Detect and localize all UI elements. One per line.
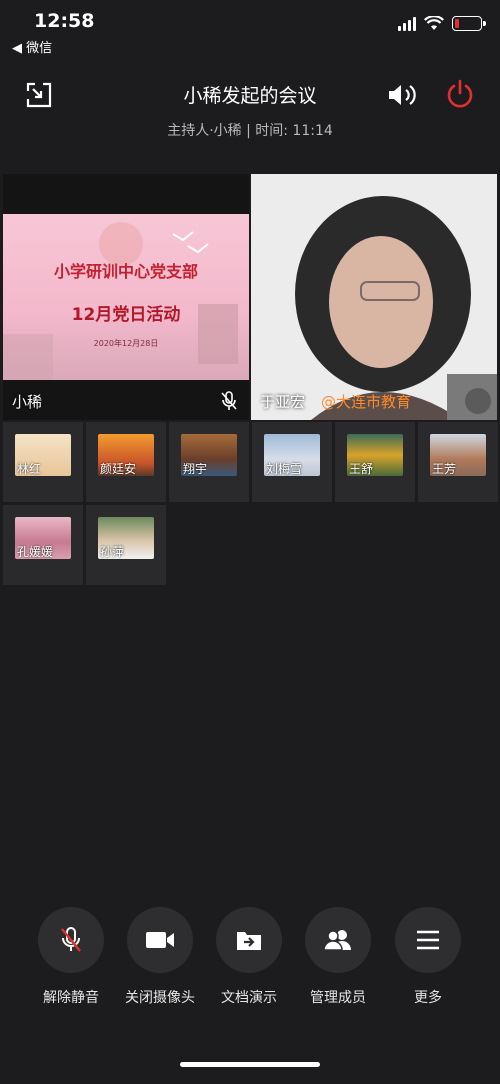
participant-tile[interactable]: 翔宇: [169, 422, 249, 502]
more-button[interactable]: 更多: [389, 907, 467, 1007]
participant-name: 孙萍: [100, 545, 125, 559]
meeting-title: 小稀发起的会议: [183, 85, 317, 107]
participant-name: 王芳: [432, 462, 457, 476]
members-label: 管理成员: [310, 990, 366, 1006]
share-label: 文档演示: [221, 990, 277, 1006]
unmute-button-circle: [38, 907, 104, 973]
meeting-header: 小稀发起的会议 主持人·小稀 | 时间: 11:14: [0, 70, 500, 145]
more-button-circle: [395, 907, 461, 973]
participant-name: 翔宇: [183, 462, 208, 476]
corner-avatar: [465, 388, 491, 414]
participant-video: [251, 174, 497, 420]
document-share-icon: [237, 932, 261, 950]
wifi-icon: [424, 16, 444, 30]
meeting-info: 主持人·小稀 | 时间: 11:14: [167, 123, 333, 139]
home-indicator[interactable]: [180, 1062, 320, 1067]
share-button-circle: [216, 907, 282, 973]
members-icon: [323, 930, 351, 951]
camera-button-circle: [127, 907, 193, 973]
participant-name: 刘梅雪: [266, 462, 303, 476]
mic-muted-icon: [221, 391, 237, 410]
watermark: @大连市教育: [321, 393, 412, 411]
back-to-app-link[interactable]: ◀ 微信: [12, 37, 52, 56]
participant-tile[interactable]: 林红: [3, 422, 83, 502]
participant-name: 孔媛媛: [17, 545, 54, 559]
participant-tile[interactable]: 刘梅雪: [252, 422, 332, 502]
battery-icon: [452, 16, 486, 31]
leave-meeting-power-icon[interactable]: [444, 78, 476, 110]
turn-off-camera-button[interactable]: 关闭摄像头: [121, 907, 199, 1007]
menu-icon: [417, 930, 439, 950]
participant-name: 颜廷安: [100, 462, 137, 476]
participant-tile[interactable]: 王舒: [335, 422, 415, 502]
status-time: 12:58: [34, 10, 95, 32]
slide-subtitle: 12月党日活动: [71, 305, 181, 325]
more-label: 更多: [414, 990, 442, 1006]
slide-decoration: [3, 222, 238, 380]
unmute-label: 解除静音: [43, 990, 99, 1006]
status-icons: [398, 16, 486, 31]
status-bar: 12:58 ◀ 微信: [0, 0, 500, 60]
participant-name: 王舒: [349, 462, 374, 476]
video-tile-name: 于亚宏: [260, 393, 306, 411]
slide-date: 2020年12月28日: [93, 339, 159, 348]
participant-tile[interactable]: 颜廷安: [86, 422, 166, 502]
video-tile-speaker[interactable]: 于亚宏 @大连市教育: [251, 174, 497, 420]
shared-slide: 小学研训中心党支部 12月党日活动 2020年12月28日: [3, 214, 249, 380]
cellular-signal-icon: [398, 16, 416, 31]
manage-members-button[interactable]: 管理成员: [299, 907, 377, 1007]
speaker-icon[interactable]: [386, 80, 418, 110]
unmute-button[interactable]: 解除静音: [32, 907, 110, 1007]
video-camera-icon: [146, 932, 174, 948]
members-button-circle: [305, 907, 371, 973]
video-tile-name: 小稀: [12, 393, 43, 411]
mic-muted-icon: [61, 927, 81, 952]
video-tile-host[interactable]: 小学研训中心党支部 12月党日活动 2020年12月28日 小稀: [3, 174, 249, 420]
participant-tile[interactable]: 王芳: [418, 422, 498, 502]
participant-tile[interactable]: 孙萍: [86, 505, 166, 585]
participant-tile[interactable]: 孔媛媛: [3, 505, 83, 585]
slide-title: 小学研训中心党支部: [53, 262, 198, 281]
participant-name: 林红: [17, 462, 42, 476]
camera-label: 关闭摄像头: [125, 990, 195, 1006]
share-document-button[interactable]: 文档演示: [210, 907, 288, 1007]
